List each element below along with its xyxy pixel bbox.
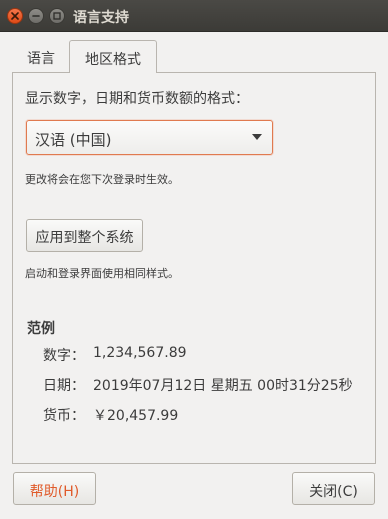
change-note: 更改将会在您下次登录时生效。 [25, 173, 179, 186]
window-minimize-button[interactable] [28, 8, 44, 24]
window-maximize-button[interactable] [49, 8, 65, 24]
example-currency-label: 货币： [43, 408, 85, 424]
tab-regional-formats[interactable]: 地区格式 [69, 40, 157, 73]
close-button[interactable]: 关闭(C) [292, 472, 375, 505]
example-date-value: 2019年07月12日 星期五 00时31分25秒 [93, 378, 353, 394]
format-label: 显示数字，日期和货币数额的格式： [25, 91, 249, 107]
tab-language[interactable]: 语言 [13, 40, 69, 72]
format-select-value: 汉语 (中国) [35, 131, 112, 149]
maximize-icon [53, 12, 61, 20]
close-icon [11, 12, 19, 20]
format-select[interactable]: 汉语 (中国) [26, 120, 273, 155]
example-currency-value: ￥20,457.99 [93, 408, 179, 424]
minimize-icon [32, 15, 40, 17]
example-date-label: 日期： [43, 378, 85, 394]
window-title: 语言支持 [73, 10, 129, 26]
window-close-button[interactable] [7, 8, 23, 24]
chevron-down-icon [252, 134, 262, 140]
language-support-window: 语言支持 语言 地区格式 显示数字，日期和货币数额的格式： 汉语 (中国) 更改… [0, 0, 388, 519]
example-number-label: 数字： [43, 348, 85, 364]
apply-system-wide-button[interactable]: 应用到整个系统 [26, 219, 143, 252]
example-number-value: 1,234,567.89 [93, 345, 187, 361]
regional-formats-panel: 显示数字，日期和货币数额的格式： 汉语 (中国) 更改将会在您下次登录时生效。 … [12, 72, 376, 464]
title-bar: 语言支持 [0, 0, 388, 32]
help-button[interactable]: 帮助(H) [13, 472, 96, 505]
example-title: 范例 [27, 321, 55, 337]
apply-note: 启动和登录界面使用相同样式。 [25, 267, 179, 280]
